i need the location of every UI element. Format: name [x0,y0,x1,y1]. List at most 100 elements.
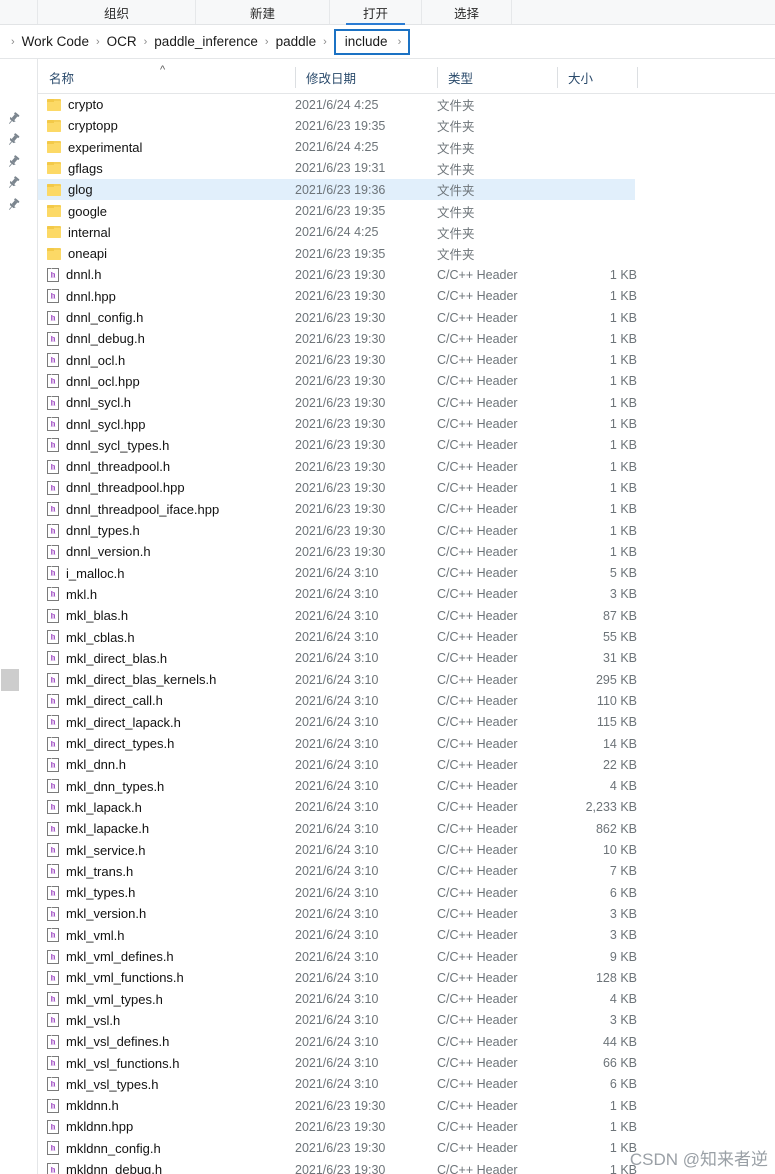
file-type: 文件夹 [437,162,475,177]
file-date-modified: 2021/6/24 3:10 [295,587,379,602]
file-size: 4 KB [609,779,637,794]
file-row[interactable]: h mkl_types.h 2021/6/24 3:10 C/C++ Header 6 … [38,882,637,903]
file-size: 55 KB [602,630,637,644]
file-row-name-cell: h mkl_vml_functions.h [38,970,184,985]
file-row[interactable]: h mkl_lapack.h 2021/6/24 3:10 C/C++ Header 2… [38,797,637,818]
file-row[interactable]: h dnnl.hpp 2021/6/23 19:30 C/C++ Header 1 KB [38,286,637,307]
chevron-right-icon[interactable]: › [390,36,405,48]
file-row[interactable]: h dnnl_version.h 2021/6/23 19:30 C/C++ Head… [38,541,637,562]
file-row[interactable]: h mkl_vml_types.h 2021/6/24 3:10 C/C++ Head… [38,989,637,1010]
file-row[interactable]: h dnnl_config.h 2021/6/23 19:30 C/C++ Heade… [38,307,637,328]
file-row[interactable]: h mkl_vsl_defines.h 2021/6/24 3:10 C/C++ He… [38,1031,637,1052]
file-row[interactable]: h mkl_vml_functions.h 2021/6/24 3:10 C/C++ … [38,967,637,988]
header-file-icon: h [47,566,59,581]
file-row[interactable]: h mkl_vsl_types.h 2021/6/24 3:10 C/C++ Head… [38,1074,637,1095]
file-date-modified: 2021/6/24 3:10 [295,630,379,644]
file-row[interactable]: h mkl_vml_defines.h 2021/6/24 3:10 C/C++ He… [38,946,637,967]
file-row[interactable]: h mkl.h 2021/6/24 3:10 C/C++ Header 3 KB [38,584,637,605]
file-row[interactable]: h mkldnn.h 2021/6/23 19:30 C/C++ Header 1 KB [38,1095,637,1116]
file-row[interactable]: h mkl_blas.h 2021/6/24 3:10 C/C++ Header 87 … [38,605,637,626]
breadcrumb-item-work-code[interactable]: Work Code [20,33,91,50]
pin-icon[interactable] [6,175,21,190]
file-size: 1 KB [609,544,637,559]
pin-icon[interactable] [6,197,21,212]
file-row[interactable]: h dnnl_threadpool.h 2021/6/23 19:30 C/C++ H… [38,456,637,477]
file-row[interactable]: h mkl_vsl_functions.h 2021/6/24 3:10 C/C++ … [38,1053,637,1074]
file-row[interactable]: h dnnl_threadpool.hpp 2021/6/23 19:30 C/C++… [38,477,637,498]
chevron-right-icon[interactable]: › [91,36,105,48]
ribbon-tab-new[interactable]: 新建 [196,0,330,24]
file-row[interactable]: h dnnl_sycl.hpp 2021/6/23 19:30 C/C++ Heade… [38,414,637,435]
pin-icon[interactable] [6,154,21,169]
file-row[interactable]: h mkl_direct_call.h 2021/6/24 3:10 C/C++ He… [38,690,637,711]
file-row[interactable]: cryptopp 2021/6/23 19:35 文件夹 [38,115,635,136]
file-row[interactable]: h dnnl_threadpool_iface.hpp 2021/6/23 19:3… [38,499,637,520]
file-row[interactable]: h mkl_direct_types.h 2021/6/24 3:10 C/C++ H… [38,733,637,754]
file-row[interactable]: oneapi 2021/6/23 19:35 文件夹 [38,243,635,264]
file-row-name-cell: h mkl_version.h [38,906,146,921]
file-row-name-cell: crypto [38,97,103,112]
file-row[interactable]: h i_malloc.h 2021/6/24 3:10 C/C++ Header 5 K… [38,563,637,584]
breadcrumb-item-ocr[interactable]: OCR [105,33,139,50]
ribbon-tab-open[interactable]: 打开 [330,0,422,25]
file-row[interactable]: h mkldnn_debug.h 2021/6/23 19:30 C/C++ Head… [38,1159,637,1174]
file-row[interactable]: h mkl_dnn_types.h 2021/6/24 3:10 C/C++ Head… [38,776,637,797]
column-header-type[interactable]: 类型 [437,60,473,94]
breadcrumb-item-include-selected[interactable]: include › [333,28,411,55]
file-list[interactable]: crypto 2021/6/24 4:25 文件夹 cryptopp 2021/6/23… [38,94,775,1174]
file-row[interactable]: h mkldnn.hpp 2021/6/23 19:30 C/C++ Header 1 … [38,1116,637,1137]
file-row[interactable]: h mkl_version.h 2021/6/24 3:10 C/C++ Header… [38,903,637,924]
file-row[interactable]: google 2021/6/23 19:35 文件夹 [38,201,635,222]
file-row[interactable]: h mkl_vsl.h 2021/6/24 3:10 C/C++ Header 3 KB [38,1010,637,1031]
file-row[interactable]: h mkldnn_config.h 2021/6/23 19:30 C/C++ Hea… [38,1138,637,1159]
file-row[interactable]: h mkl_lapacke.h 2021/6/24 3:10 C/C++ Header… [38,818,637,839]
file-row[interactable]: h mkl_direct_blas.h 2021/6/24 3:10 C/C++ He… [38,648,637,669]
header-file-icon: h [47,523,59,538]
file-row[interactable]: h dnnl_types.h 2021/6/23 19:30 C/C++ Header… [38,520,637,541]
file-row[interactable]: h mkl_direct_lapack.h 2021/6/24 3:10 C/C++ … [38,712,637,733]
scrollbar-thumb[interactable] [1,669,19,691]
column-header-date[interactable]: 修改日期 [295,60,356,94]
file-name: mkl_service.h [66,842,146,858]
file-row[interactable]: h dnnl_sycl_types.h 2021/6/23 19:30 C/C++ H… [38,435,637,456]
file-date-modified: 2021/6/23 19:30 [295,480,386,495]
file-size: 1 KB [609,353,637,368]
file-name: dnnl_threadpool.hpp [66,480,185,496]
file-row[interactable]: glog 2021/6/23 19:36 文件夹 [38,179,635,201]
file-size: 1 KB [609,310,637,325]
column-divider[interactable] [637,67,638,88]
chevron-right-icon[interactable]: › [139,36,153,48]
column-header-name[interactable]: 名称 [38,60,74,94]
file-row[interactable]: h dnnl_ocl.hpp 2021/6/23 19:30 C/C++ Header… [38,371,637,392]
folder-icon [47,247,61,260]
file-row[interactable]: h mkl_direct_blas_kernels.h 2021/6/24 3:10… [38,669,637,690]
file-row[interactable]: h mkl_trans.h 2021/6/24 3:10 C/C++ Header 7 … [38,861,637,882]
file-row[interactable]: h mkl_vml.h 2021/6/24 3:10 C/C++ Header 3 KB [38,925,637,946]
file-row[interactable]: h dnnl.h 2021/6/23 19:30 C/C++ Header 1 KB [38,264,637,285]
pin-icon[interactable] [6,132,21,147]
file-row[interactable]: h dnnl_debug.h 2021/6/23 19:30 C/C++ Header… [38,328,637,349]
file-date-modified: 2021/6/24 3:10 [295,992,379,1007]
file-date-modified: 2021/6/23 19:30 [295,1162,386,1174]
column-header-size[interactable]: 大小 [557,60,593,94]
file-date-modified: 2021/6/23 19:36 [295,182,386,197]
breadcrumb-item-paddle-inference[interactable]: paddle_inference [152,33,260,50]
file-row[interactable]: internal 2021/6/24 4:25 文件夹 [38,222,635,243]
ribbon-tab-select[interactable]: 选择 [422,0,512,24]
file-name: experimental [68,139,143,155]
breadcrumb-item-paddle[interactable]: paddle [274,33,319,50]
pin-icon[interactable] [6,111,21,126]
file-row-name-cell: h dnnl_debug.h [38,331,145,346]
file-row[interactable]: h dnnl_sycl.h 2021/6/23 19:30 C/C++ Header 1… [38,392,637,413]
file-date-modified: 2021/6/23 19:30 [295,374,386,389]
ribbon-tab-organize[interactable]: 组织 [38,0,196,24]
file-row[interactable]: h dnnl_ocl.h 2021/6/23 19:30 C/C++ Header 1 … [38,350,637,371]
file-row[interactable]: experimental 2021/6/24 4:25 文件夹 [38,137,635,158]
file-row[interactable]: crypto 2021/6/24 4:25 文件夹 [38,94,635,115]
chevron-right-icon[interactable]: › [260,36,274,48]
file-row[interactable]: h mkl_service.h 2021/6/24 3:10 C/C++ Header… [38,840,637,861]
chevron-right-icon[interactable]: › [318,36,332,48]
file-row[interactable]: h mkl_cblas.h 2021/6/24 3:10 C/C++ Header 55… [38,627,637,648]
file-row[interactable]: gflags 2021/6/23 19:31 文件夹 [38,158,635,179]
file-row[interactable]: h mkl_dnn.h 2021/6/24 3:10 C/C++ Header 22 K… [38,754,637,775]
